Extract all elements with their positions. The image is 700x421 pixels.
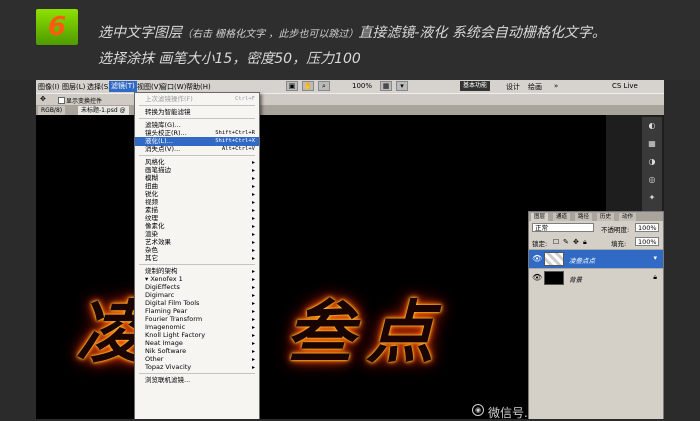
workspace-essentials-button[interactable]: 基本功能 — [460, 81, 491, 91]
screen-mode-dropdown-icon[interactable]: ▾ — [396, 81, 408, 91]
menu-item-label: 上次滤镜操作(F) — [145, 95, 193, 103]
menu-filter[interactable]: 滤镜(T) — [109, 81, 137, 92]
swatches-panel-icon[interactable]: ▦ — [646, 139, 658, 149]
instruction-line-1-b: 直接滤镜-液化 系统会自动栅格化文字。 — [358, 25, 606, 41]
menu-item-label: 其它 — [145, 254, 158, 262]
tab-layers[interactable]: 图层 — [531, 213, 549, 221]
tab-history[interactable]: 历史 — [597, 213, 615, 221]
menu-item-label: Topaz Vivacity — [145, 363, 192, 371]
lock-transparent-icon[interactable]: ☐ — [553, 238, 559, 246]
menu-separator — [139, 264, 255, 265]
menu-view[interactable]: 视图(V) — [137, 82, 161, 92]
fill-label: 填充: — [611, 240, 627, 248]
tab-actions[interactable]: 动作 — [619, 213, 637, 221]
filter-menu-item[interactable]: 浏览联机滤镜... — [135, 376, 259, 385]
tab-channels[interactable]: 通道 — [553, 213, 571, 221]
photoshop-window: 图像(I) 图层(L) 选择(S) 滤镜(T) 视图(V) 窗口(W) 帮助(H… — [36, 80, 664, 419]
workspace-design-button[interactable]: 设计 — [506, 82, 520, 92]
masks-panel-icon[interactable]: ◎ — [646, 175, 658, 185]
layer-thumbnail — [544, 271, 564, 285]
layer-row-background[interactable]: 👁︎ 背景 🔒︎ — [529, 268, 663, 287]
document-tab-bar: RGB/8) 未标题-1.psd @ — [36, 105, 664, 115]
visibility-eye-icon[interactable]: 👁︎ — [532, 273, 542, 282]
tab-paths[interactable]: 路径 — [575, 213, 593, 221]
instruction-line-2: 选择涂抹 画笔大小15，密度50，压力100 — [98, 51, 361, 67]
hand-tool-icon[interactable]: ✋ — [302, 81, 314, 91]
submenu-arrow-icon: ▸ — [251, 255, 255, 262]
move-tool-icon[interactable]: ✥ — [40, 95, 46, 103]
instruction-line-1-note: （右击 栅格化文字 ，此步也可以跳过） — [182, 29, 359, 40]
more-workspaces-icon[interactable]: » — [554, 82, 558, 90]
layer-name[interactable]: 凌叁点点 — [569, 255, 595, 265]
lock-label: 锁定: — [532, 240, 548, 248]
show-transform-controls-label: 显示变换控件 — [66, 98, 103, 105]
watermark-text: 微信号... — [488, 406, 536, 420]
opacity-input[interactable]: 100% — [635, 223, 659, 232]
step-number: 6 — [47, 12, 67, 42]
styles-panel-icon[interactable]: ✦ — [646, 193, 658, 203]
layers-panel: 图层 通道 路径 历史 动作 正常 不透明度: 100% 锁定: ☐ ✎ ✥ 🔒… — [528, 211, 664, 419]
lock-image-icon[interactable]: ✎ — [563, 238, 569, 246]
layer-options-icon: ▾ — [653, 254, 657, 262]
filter-dropdown-menu: 上次滤镜操作(F) Ctrl+F 转换为智能滤镜 滤镜库(G)... 镜头校正(R)..… — [134, 92, 260, 419]
menu-item-shortcut: Alt+Ctrl+V — [221, 146, 255, 152]
menu-help[interactable]: 帮助(H) — [186, 82, 211, 92]
canvas-fire-glyph-3: 点 — [366, 293, 435, 373]
document-tab-1[interactable]: RGB/8) — [38, 106, 66, 115]
layer-name[interactable]: 背景 — [569, 274, 582, 284]
menu-item-label: 消失点(V)... — [145, 145, 181, 153]
menu-select[interactable]: 选择(S) — [87, 82, 111, 92]
visibility-eye-icon[interactable]: 👁︎ — [532, 254, 542, 263]
zoom-tool-icon[interactable]: ⌕ — [318, 81, 330, 91]
menu-separator — [139, 105, 255, 106]
menu-item-label: 转换为智能滤镜 — [145, 108, 191, 116]
adjustments-panel-icon[interactable]: ◑ — [646, 157, 658, 167]
lock-position-icon[interactable]: ✥ — [573, 238, 579, 246]
layer-lock-icon: 🔒︎ — [653, 273, 657, 281]
arrange-documents-icon[interactable]: ▦ — [380, 81, 392, 91]
canvas-fire-glyph-2: 叁 — [286, 293, 355, 373]
menu-separator — [139, 373, 255, 374]
tutorial-banner: 6 选中文字图层（右击 栅格化文字 ，此步也可以跳过）直接滤镜-液化 系统会自动… — [0, 0, 700, 80]
color-panel-icon[interactable]: ◐ — [646, 121, 658, 131]
document-tab-2[interactable]: 未标题-1.psd @ — [78, 106, 129, 115]
menu-item-shortcut: Ctrl+F — [235, 96, 255, 102]
instruction-line-1: 选中文字图层（右击 栅格化文字 ，此步也可以跳过）直接滤镜-液化 系统会自动栅格… — [98, 22, 606, 42]
show-transform-controls-checkbox[interactable] — [58, 97, 65, 104]
menu-image[interactable]: 图像(I) — [38, 82, 60, 92]
filter-menu-item[interactable]: 消失点(V)... Alt+Ctrl+V — [135, 145, 259, 154]
wechat-icon: ◉ — [472, 404, 484, 416]
blend-opacity-row: 正常 不透明度: 100% — [529, 222, 663, 234]
layer-thumbnail — [544, 252, 564, 266]
menu-item-label: 浏览联机滤镜... — [145, 376, 191, 384]
lock-fill-row: 锁定: ☐ ✎ ✥ 🔒︎ 填充: 100% — [529, 236, 663, 248]
cs-live-label[interactable]: CS Live — [612, 82, 638, 90]
filter-menu-item[interactable]: 其它 ▸ — [135, 254, 259, 263]
fill-input[interactable]: 100% — [635, 237, 659, 246]
layers-panel-tabs: 图层 通道 路径 历史 动作 — [529, 212, 663, 221]
menu-bar: 图像(I) 图层(L) 选择(S) 滤镜(T) 视图(V) 窗口(W) 帮助(H… — [36, 80, 664, 93]
filter-menu-item[interactable]: Topaz Vivacity ▸ — [135, 363, 259, 372]
menu-layer[interactable]: 图层(L) — [62, 82, 85, 92]
screen-mode-icon[interactable]: ▣ — [286, 81, 298, 91]
opacity-label: 不透明度: — [601, 226, 630, 234]
menu-separator — [139, 118, 255, 119]
instruction-line-1-a: 选中文字图层 — [98, 25, 182, 41]
lock-all-icon[interactable]: 🔒︎ — [583, 238, 587, 247]
filter-menu-item[interactable]: 上次滤镜操作(F) Ctrl+F — [135, 95, 259, 104]
step-badge: 6 — [36, 9, 78, 45]
layer-row-text[interactable]: 👁︎ 凌叁点点 ▾ — [529, 249, 663, 268]
menu-separator — [139, 155, 255, 156]
workspace-painting-button[interactable]: 绘画 — [528, 82, 542, 92]
submenu-arrow-icon: ▸ — [251, 364, 255, 371]
menu-window[interactable]: 窗口(W) — [160, 82, 186, 92]
blend-mode-select[interactable]: 正常 — [532, 223, 594, 232]
filter-menu-item[interactable]: 转换为智能滤镜 — [135, 108, 259, 117]
zoom-level[interactable]: 100% — [352, 82, 372, 90]
